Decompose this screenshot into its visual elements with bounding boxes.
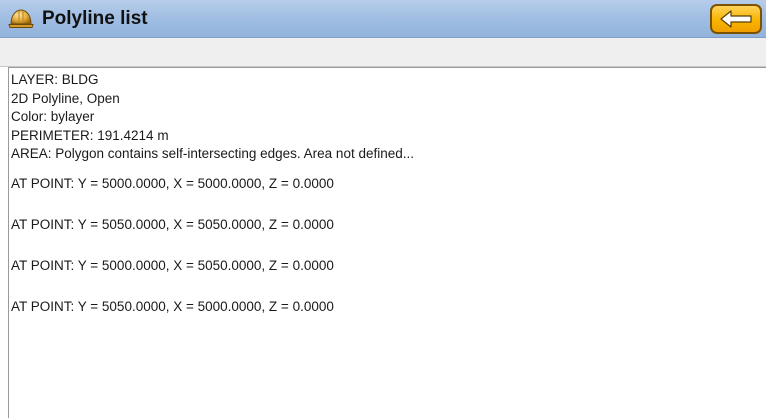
polyline-list-window: Polyline list LAYER: BLDG 2D Polyline, O… xyxy=(0,0,766,418)
arrow-left-icon xyxy=(720,10,752,28)
window-title: Polyline list xyxy=(42,8,148,29)
point-line: AT POINT: Y = 5050.0000, X = 5000.0000, … xyxy=(11,299,334,314)
perimeter-line: PERIMETER: 191.4214 m xyxy=(11,127,169,143)
area-line: AREA: Polygon contains self-intersecting… xyxy=(11,146,414,161)
hard-hat-icon xyxy=(8,6,34,32)
point-line: AT POINT: Y = 5050.0000, X = 5050.0000, … xyxy=(11,217,334,232)
layer-line: LAYER: BLDG xyxy=(11,72,99,87)
toolbar-strip xyxy=(0,38,766,67)
color-line: Color: bylayer xyxy=(11,109,95,124)
polyline-report[interactable]: LAYER: BLDG 2D Polyline, Open Color: byl… xyxy=(8,67,766,418)
point-line: AT POINT: Y = 5000.0000, X = 5000.0000, … xyxy=(11,176,334,191)
title-bar: Polyline list xyxy=(0,0,766,38)
type-line: 2D Polyline, Open xyxy=(11,90,120,106)
back-button[interactable] xyxy=(710,4,762,34)
point-line: AT POINT: Y = 5000.0000, X = 5050.0000, … xyxy=(11,258,334,273)
